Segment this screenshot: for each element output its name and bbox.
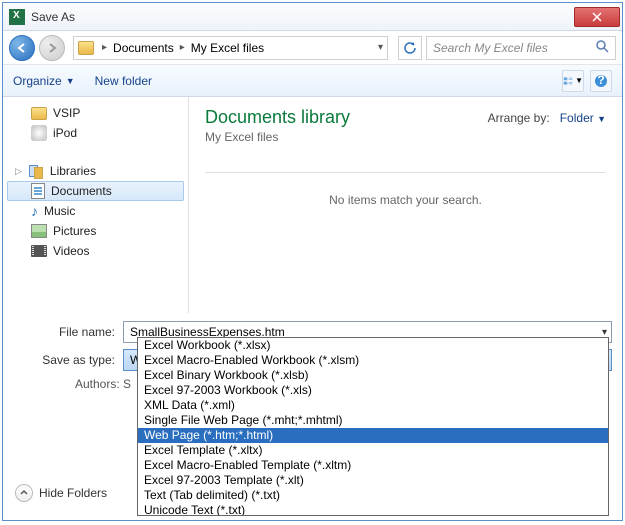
divider (205, 172, 606, 173)
arrange-by[interactable]: Arrange by: Folder ▼ (488, 111, 606, 125)
empty-message: No items match your search. (205, 193, 606, 207)
breadcrumb-item[interactable]: My Excel files (191, 41, 264, 55)
content-pane: Documents library My Excel files Arrange… (189, 97, 622, 313)
pictures-icon (31, 224, 47, 238)
authors-value[interactable]: S (123, 377, 131, 391)
folder-icon (78, 41, 94, 55)
save-as-dialog: Save As ▸ Documents ▸ My Excel files ▾ S… (2, 2, 623, 521)
refresh-icon (403, 41, 417, 55)
arrange-value[interactable]: Folder (560, 111, 594, 125)
help-button[interactable]: ? (590, 70, 612, 92)
documents-icon (31, 183, 45, 199)
svg-text:?: ? (597, 74, 604, 87)
type-option[interactable]: Excel Macro-Enabled Template (*.xltm) (138, 458, 608, 473)
tree-item-music[interactable]: ♪Music (7, 201, 184, 221)
libraries-icon (28, 163, 44, 179)
tree-item-pictures[interactable]: Pictures (7, 221, 184, 241)
nav-tree[interactable]: VSIP iPod ▷Libraries Documents ♪Music Pi… (3, 97, 189, 313)
excel-icon (9, 9, 25, 25)
chevron-down-icon: ▼ (597, 114, 606, 124)
filename-label: File name: (13, 325, 123, 339)
tree-item-videos[interactable]: Videos (7, 241, 184, 261)
breadcrumb[interactable]: ▸ Documents ▸ My Excel files ▾ (73, 36, 388, 60)
view-button[interactable]: ▼ (562, 70, 584, 92)
type-option[interactable]: Excel Binary Workbook (*.xlsb) (138, 368, 608, 383)
type-option[interactable]: Web Page (*.htm;*.html) (138, 428, 608, 443)
chevron-up-icon (15, 484, 33, 502)
type-option[interactable]: Excel Workbook (*.xlsx) (138, 338, 608, 353)
type-option[interactable]: XML Data (*.xml) (138, 398, 608, 413)
chevron-down-icon: ▼ (575, 76, 583, 85)
music-icon: ♪ (31, 204, 38, 218)
type-option[interactable]: Excel 97-2003 Workbook (*.xls) (138, 383, 608, 398)
search-icon (595, 39, 609, 56)
type-option[interactable]: Text (Tab delimited) (*.txt) (138, 488, 608, 503)
titlebar: Save As (3, 3, 622, 31)
expand-icon: ▷ (15, 166, 22, 177)
chevron-down-icon[interactable]: ▾ (602, 327, 607, 338)
search-placeholder: Search My Excel files (433, 41, 548, 55)
help-icon: ? (594, 74, 608, 88)
back-button[interactable] (9, 35, 35, 61)
forward-button[interactable] (39, 35, 65, 61)
chevron-down-icon: ▼ (66, 76, 75, 86)
content-subheading: My Excel files (205, 130, 606, 144)
tree-item-documents[interactable]: Documents (7, 181, 184, 201)
type-option[interactable]: Excel Template (*.xltx) (138, 443, 608, 458)
close-button[interactable] (574, 7, 620, 27)
organize-menu[interactable]: Organize ▼ (13, 74, 75, 88)
hide-folders-button[interactable]: Hide Folders (15, 484, 107, 502)
chevron-right-icon: ▸ (176, 42, 189, 53)
tree-libraries[interactable]: ▷Libraries (7, 161, 184, 181)
view-icon (563, 75, 573, 87)
search-input[interactable]: Search My Excel files (426, 36, 616, 60)
authors-label: Authors: (75, 377, 123, 391)
type-option[interactable]: Single File Web Page (*.mht;*.mhtml) (138, 413, 608, 428)
toolbar: Organize ▼ New folder ▼ ? (3, 65, 622, 97)
type-dropdown[interactable]: Excel Workbook (*.xlsx)Excel Macro-Enabl… (137, 337, 609, 516)
navbar: ▸ Documents ▸ My Excel files ▾ Search My… (3, 31, 622, 65)
folder-icon (31, 107, 47, 120)
close-icon (592, 12, 602, 22)
type-option[interactable]: Excel 97-2003 Template (*.xlt) (138, 473, 608, 488)
tree-item[interactable]: VSIP (7, 103, 184, 123)
chevron-right-icon: ▸ (98, 42, 111, 53)
arrow-left-icon (16, 42, 28, 54)
type-option[interactable]: Unicode Text (*.txt) (138, 503, 608, 516)
new-folder-button[interactable]: New folder (95, 74, 152, 88)
videos-icon (31, 245, 47, 257)
tree-item[interactable]: iPod (7, 123, 184, 143)
breadcrumb-item[interactable]: Documents (113, 41, 174, 55)
ipod-icon (31, 125, 47, 141)
window-title: Save As (31, 10, 574, 24)
save-as-type-label: Save as type: (13, 353, 123, 367)
type-option[interactable]: Excel Macro-Enabled Workbook (*.xlsm) (138, 353, 608, 368)
chevron-down-icon[interactable]: ▾ (378, 42, 383, 53)
arrow-right-icon (46, 42, 58, 54)
body: VSIP iPod ▷Libraries Documents ♪Music Pi… (3, 97, 622, 313)
refresh-button[interactable] (398, 36, 422, 60)
